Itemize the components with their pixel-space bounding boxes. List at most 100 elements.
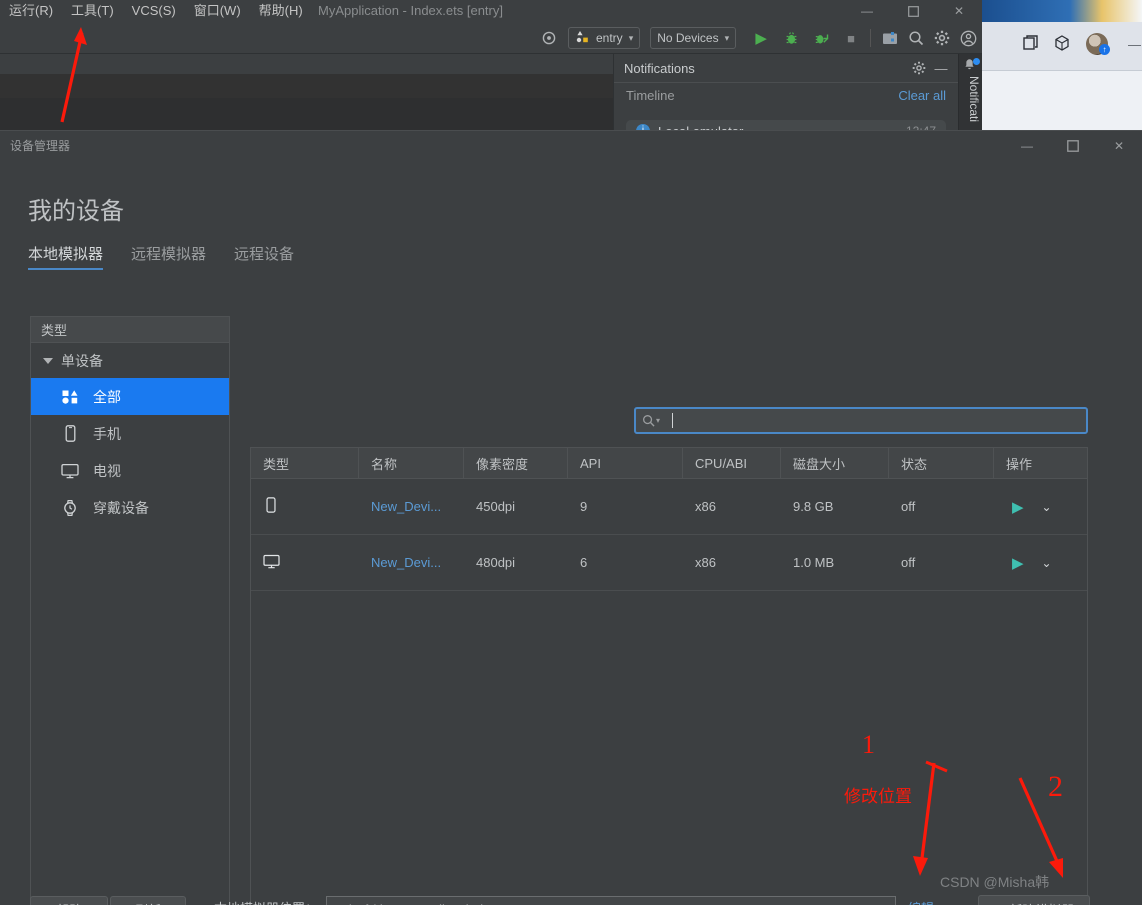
column-header-api[interactable]: API [568, 448, 683, 478]
notifications-panel: Notifications — Timeline Clear all i Loc… [613, 54, 958, 142]
cell-abi: x86 [695, 499, 716, 514]
menu-item-window[interactable]: 窗口(W) [185, 0, 250, 22]
tab-remote-device[interactable]: 远程设备 [234, 243, 294, 270]
browser-content-area [982, 70, 1142, 150]
menu-bar: 运行(R) 工具(T) VCS(S) 窗口(W) 帮助(H) [0, 0, 312, 22]
device-selector[interactable]: No Devices ▾ [650, 27, 737, 49]
run-button[interactable]: ▶ [748, 25, 774, 51]
tab-remote-emulator[interactable]: 远程模拟器 [131, 243, 206, 270]
account-icon[interactable] [955, 25, 981, 51]
menu-item-tools[interactable]: 工具(T) [62, 0, 123, 22]
text-cursor [672, 413, 674, 428]
sidebar-item-label: 电视 [93, 462, 121, 479]
notifications-sidebar-tab[interactable]: Notificati [958, 54, 982, 140]
gear-icon[interactable] [929, 25, 955, 51]
refresh-button[interactable]: 刷新 [110, 896, 186, 905]
sidebar-item-all[interactable]: 全部 [31, 378, 229, 415]
cell-type [251, 497, 359, 516]
column-header-disk[interactable]: 磁盘大小 [781, 448, 889, 478]
devices-table: 类型 名称 像素密度 API CPU/ABI 磁盘大小 状态 操作 New_De… [250, 447, 1088, 905]
column-header-dpi[interactable]: 像素密度 [464, 448, 568, 478]
device-type-sidebar: 类型 单设备 全部 手机 电视 穿戴设备 [30, 316, 230, 905]
cell-name[interactable]: New_Devi... [359, 555, 464, 570]
cell-name[interactable]: New_Devi... [359, 499, 464, 514]
minimize-panel-button[interactable]: — [930, 57, 952, 79]
chevron-down-icon: ▾ [724, 32, 730, 43]
device-manager-dialog: 设备管理器 — ✕ 我的设备 本地模拟器 远程模拟器 远程设备 ▾ 类型 单设备… [0, 130, 1142, 905]
cell-abi: x86 [695, 555, 716, 570]
cell-disk: 9.8 GB [793, 499, 834, 514]
cell-dpi: 450dpi [476, 499, 516, 514]
notifications-tab-label: Notificati [967, 76, 981, 123]
column-header-name[interactable]: 名称 [359, 448, 464, 478]
column-header-actions[interactable]: 操作 [994, 448, 1087, 478]
cell-dpi: 480dpi [476, 555, 516, 570]
menu-item-vcs[interactable]: VCS(S) [123, 0, 185, 22]
tab-local-emulator[interactable]: 本地模拟器 [28, 243, 104, 270]
device-manager-window-title: 设备管理器 [10, 139, 71, 153]
gear-icon[interactable] [908, 57, 930, 79]
sidebar-item-label: 穿戴设备 [93, 499, 149, 516]
sidebar-item-tv[interactable]: 电视 [31, 452, 229, 489]
table-row[interactable]: New_Devi... 480dpi 6 x86 1.0 MB off ▶ ⌄ [251, 535, 1087, 591]
device-manager-window-controls: — ✕ [1004, 131, 1142, 153]
device-manager-body: 我的设备 本地模拟器 远程模拟器 远程设备 ▾ 类型 单设备 全部 手机 电视 … [0, 161, 1142, 905]
device-selector-label: No Devices [657, 31, 719, 45]
notifications-header: Notifications — [614, 54, 958, 82]
attach-debugger-icon[interactable] [808, 25, 834, 51]
play-button[interactable]: ▶ [1012, 498, 1024, 516]
browser-minimize-button[interactable]: — [1128, 37, 1141, 52]
ide-close-button[interactable]: ✕ [936, 0, 982, 22]
dm-minimize-button[interactable]: — [1004, 131, 1050, 161]
play-button[interactable]: ▶ [1012, 554, 1024, 572]
page-title: 我的设备 [28, 198, 124, 225]
all-devices-icon [61, 389, 79, 404]
toolbar-divider [870, 29, 872, 47]
ide-window-controls: — ✕ [844, 0, 982, 22]
device-manager-icon[interactable] [877, 25, 903, 51]
location-label: 本地模拟器位置： [214, 896, 318, 905]
menu-item-help[interactable]: 帮助(H) [250, 0, 312, 22]
cell-status: off [901, 499, 916, 514]
sidebar-item-wearable[interactable]: 穿戴设备 [31, 489, 229, 526]
table-header-row: 类型 名称 像素密度 API CPU/ABI 磁盘大小 状态 操作 [251, 448, 1087, 479]
chevron-down-icon: ▾ [656, 416, 661, 425]
clear-all-link[interactable]: Clear all [898, 88, 946, 103]
sidebar-item-phone[interactable]: 手机 [31, 415, 229, 452]
dm-maximize-button[interactable] [1050, 131, 1096, 161]
sidebar-group-label: 单设备 [61, 352, 103, 369]
dm-close-button[interactable]: ✕ [1096, 131, 1142, 161]
copy-tabs-icon[interactable] [1022, 34, 1040, 55]
sidebar-group-single-device[interactable]: 单设备 [31, 343, 229, 378]
device-manager-tabs: 本地模拟器 远程模拟器 远程设备 [28, 243, 294, 270]
tv-icon [263, 554, 280, 572]
crosshair-icon[interactable] [536, 25, 562, 51]
table-row[interactable]: New_Devi... 450dpi 9 x86 9.8 GB off ▶ ⌄ [251, 479, 1087, 535]
search-input[interactable]: ▾ [634, 407, 1088, 434]
location-input[interactable]: E:/soft/devecostudio-windows-3.1.0.501 [326, 896, 896, 905]
sidebar-item-label: 全部 [93, 388, 121, 405]
ide-minimize-button[interactable]: — [844, 0, 890, 22]
plus-icon: + [994, 901, 1003, 905]
chevron-down-icon[interactable]: ⌄ [1042, 556, 1052, 570]
column-header-status[interactable]: 状态 [889, 448, 994, 478]
ide-maximize-button[interactable] [890, 0, 936, 22]
menu-item-run[interactable]: 运行(R) [0, 0, 62, 22]
module-selector[interactable]: entry ▾ [568, 27, 641, 49]
timeline-label: Timeline [626, 88, 675, 103]
tv-icon [61, 463, 79, 479]
stop-button[interactable]: ■ [838, 25, 864, 51]
search-icon[interactable] [903, 25, 929, 51]
column-header-abi[interactable]: CPU/ABI [683, 448, 781, 478]
module-icon [575, 30, 590, 47]
debug-bug-icon[interactable] [778, 25, 804, 51]
cell-status: off [901, 555, 916, 570]
edit-link[interactable]: 编辑 [908, 896, 934, 905]
new-emulator-button[interactable]: + 新建模拟器 [978, 895, 1090, 905]
browser-tab-strip [982, 0, 1142, 22]
cube-icon[interactable] [1053, 34, 1071, 55]
chevron-down-icon[interactable]: ⌄ [1042, 500, 1052, 514]
column-header-type[interactable]: 类型 [251, 448, 359, 478]
cell-disk: 1.0 MB [793, 555, 835, 570]
help-button[interactable]: 帮助 [30, 896, 108, 905]
